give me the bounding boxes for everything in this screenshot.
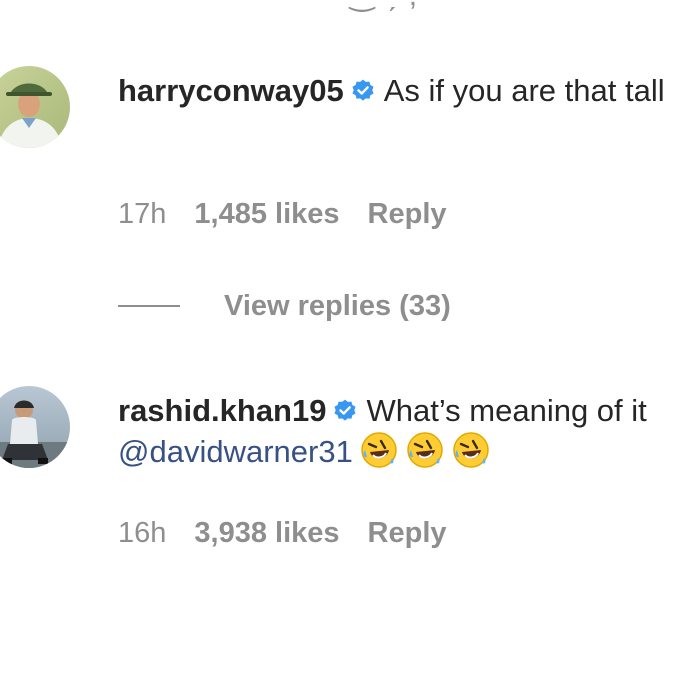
- user-avatar-cricketer-hat-icon: [0, 66, 70, 148]
- mention-link[interactable]: @davidwarner31: [118, 434, 353, 469]
- comment-likes-count[interactable]: 1,485 likes: [194, 198, 339, 230]
- comment-timestamp[interactable]: 16h: [118, 517, 166, 549]
- avatar[interactable]: [0, 386, 70, 468]
- comment-username[interactable]: rashid.khan19: [118, 393, 326, 428]
- divider-line: [118, 305, 180, 307]
- user-avatar-seated-icon: [0, 386, 70, 468]
- verified-badge-icon: [350, 75, 376, 101]
- reply-button[interactable]: Reply: [368, 198, 447, 230]
- comment-text: rashid.khan19 What’s meaning of it @david…: [118, 392, 678, 471]
- view-replies-button[interactable]: View replies (33): [118, 286, 451, 326]
- rolling-laughing-emoji-icon: [359, 430, 399, 470]
- previous-comment-fragment: ‿ ˏ ,: [350, 0, 419, 13]
- comment-meta: 16h 3,938 likes Reply: [118, 517, 475, 550]
- comment-meta: 17h 1,485 likes Reply: [118, 198, 475, 231]
- comment-username[interactable]: harryconway05: [118, 73, 344, 108]
- comment-text: harryconway05 As if you are that tall: [118, 72, 678, 110]
- comment-body: As if you are that tall: [383, 73, 665, 108]
- comment-timestamp[interactable]: 17h: [118, 198, 166, 230]
- rolling-laughing-emoji-icon: [451, 430, 491, 470]
- comment-likes-count[interactable]: 3,938 likes: [194, 517, 339, 549]
- avatar[interactable]: [0, 66, 70, 148]
- reply-button[interactable]: Reply: [368, 517, 447, 549]
- view-replies-label: View replies (33): [224, 289, 451, 322]
- verified-badge-icon: [332, 395, 358, 421]
- rolling-laughing-emoji-icon: [405, 430, 445, 470]
- comment-body: What’s meaning of it: [366, 393, 647, 428]
